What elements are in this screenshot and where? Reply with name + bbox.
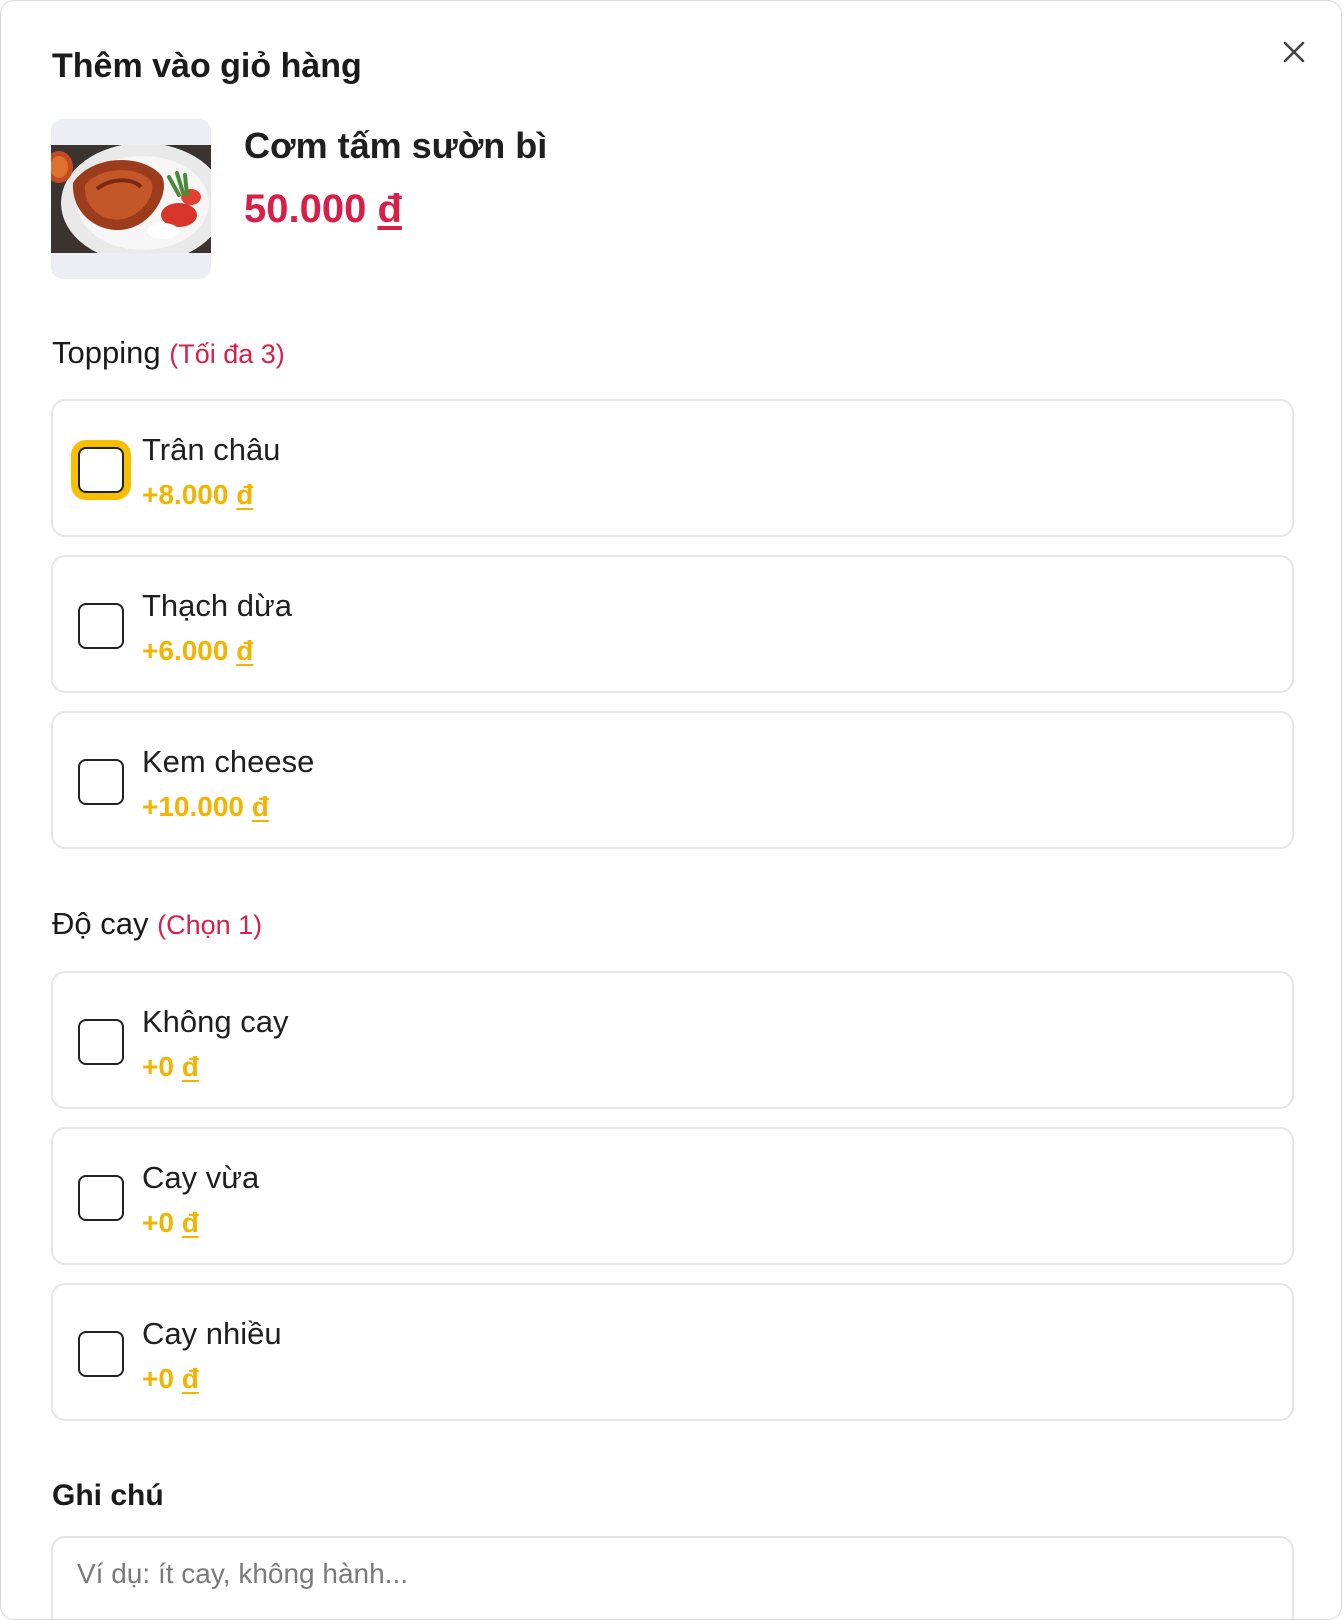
topping-option-tran-chau[interactable]: Trân châu +8.000 đ — [51, 399, 1294, 537]
option-price: +0 đ — [142, 1051, 199, 1083]
topping-title: Topping — [52, 335, 161, 370]
product-price-value: 50.000 — [244, 187, 367, 231]
spice-checkbox[interactable] — [78, 1019, 124, 1065]
topping-hint: (Tối đa 3) — [169, 339, 285, 369]
spice-checkbox[interactable] — [78, 1175, 124, 1221]
spice-checkbox[interactable] — [78, 1331, 124, 1377]
option-price-currency: đ — [181, 1363, 199, 1394]
option-label: Trân châu — [142, 432, 281, 467]
option-price-value: +0 — [142, 1051, 174, 1082]
option-label: Kem cheese — [142, 744, 315, 779]
product-price-currency: đ — [377, 187, 402, 231]
option-label: Không cay — [142, 1004, 289, 1039]
option-label: Thạch dừa — [142, 588, 293, 623]
product-price: 50.000 đ — [244, 187, 402, 232]
topping-checkbox[interactable] — [78, 759, 124, 805]
option-price: +10.000 đ — [142, 791, 269, 823]
spice-hint: (Chọn 1) — [157, 910, 263, 940]
option-label: Cay vừa — [142, 1160, 260, 1195]
option-price-value: +8.000 — [142, 479, 229, 510]
option-price-value: +6.000 — [142, 635, 229, 666]
product-image — [51, 119, 211, 279]
topping-option-kem-cheese[interactable]: Kem cheese +10.000 đ — [51, 711, 1294, 849]
food-photo-icon — [51, 145, 211, 253]
product-name: Cơm tấm sườn bì — [244, 125, 548, 166]
spice-option-khong-cay[interactable]: Không cay +0 đ — [51, 971, 1294, 1109]
option-price: +0 đ — [142, 1363, 199, 1395]
topping-checkbox[interactable] — [78, 447, 124, 493]
spice-section-title: Độ cay (Chọn 1) — [52, 906, 262, 942]
spice-title: Độ cay — [52, 906, 149, 941]
add-to-cart-modal: Thêm vào giỏ hàng Cơm tấm sườn bì 50.000… — [0, 0, 1342, 1620]
option-price-value: +10.000 — [142, 791, 244, 822]
modal-title: Thêm vào giỏ hàng — [52, 47, 362, 85]
option-price-currency: đ — [251, 791, 269, 822]
option-price-currency: đ — [236, 479, 254, 510]
option-price: +0 đ — [142, 1207, 199, 1239]
spice-option-cay-vua[interactable]: Cay vừa +0 đ — [51, 1127, 1294, 1265]
topping-option-thach-dua[interactable]: Thạch dừa +6.000 đ — [51, 555, 1294, 693]
option-price: +8.000 đ — [142, 479, 253, 511]
spice-option-cay-nhieu[interactable]: Cay nhiều +0 đ — [51, 1283, 1294, 1421]
close-icon[interactable] — [1279, 37, 1309, 67]
note-input[interactable] — [51, 1536, 1294, 1619]
topping-section-title: Topping (Tối đa 3) — [52, 335, 285, 371]
option-price-currency: đ — [236, 635, 254, 666]
option-label: Cay nhiều — [142, 1316, 282, 1351]
topping-checkbox[interactable] — [78, 603, 124, 649]
option-price-value: +0 — [142, 1363, 174, 1394]
option-price: +6.000 đ — [142, 635, 253, 667]
note-title: Ghi chú — [52, 1479, 164, 1512]
option-price-value: +0 — [142, 1207, 174, 1238]
option-price-currency: đ — [181, 1207, 199, 1238]
option-price-currency: đ — [181, 1051, 199, 1082]
